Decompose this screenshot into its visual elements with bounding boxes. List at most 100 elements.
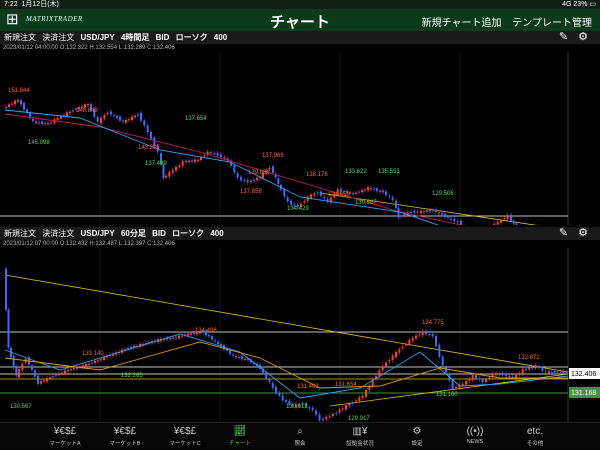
- candle: [351, 402, 354, 404]
- candle: [35, 121, 37, 124]
- candle: [541, 366, 544, 371]
- candle: [435, 336, 437, 346]
- candle: [471, 375, 474, 380]
- candle: [316, 192, 319, 194]
- candle: [308, 407, 311, 409]
- gear-icon[interactable]: ⚙: [578, 31, 594, 43]
- candle: [40, 381, 42, 384]
- candle: [8, 104, 10, 107]
- candle: [38, 122, 40, 124]
- price-label: 134.658: [328, 192, 350, 198]
- candle: [87, 104, 89, 106]
- chart-style-select[interactable]: ローソク: [176, 33, 208, 42]
- candle: [5, 268, 7, 310]
- bottom-tab-bar: ¥€$£ マーケットA ¥€$£ マーケットB ¥€$£ マーケットC 📈︎ チャート …: [0, 422, 600, 450]
- candle: [320, 191, 322, 196]
- candle: [197, 160, 199, 161]
- candle: [332, 414, 334, 416]
- candle: [310, 194, 312, 199]
- candle: [187, 333, 189, 336]
- candle: [348, 404, 351, 406]
- price-label: 130.613: [286, 404, 308, 410]
- candle: [447, 217, 449, 218]
- count-select[interactable]: 400: [214, 33, 227, 42]
- candle: [391, 355, 394, 360]
- candle: [21, 364, 24, 370]
- tab-news[interactable]: ((•)) NEWS: [445, 425, 505, 445]
- pencil-icon[interactable]: ✎: [559, 227, 574, 239]
- candle: [444, 213, 446, 218]
- candle: [23, 103, 25, 110]
- add-chart-button[interactable]: 新規チャート追加: [422, 18, 502, 29]
- candle: [5, 106, 7, 108]
- new-order-button[interactable]: 新規注文: [4, 33, 36, 42]
- pair-select[interactable]: USD/JPY: [80, 229, 114, 238]
- gear-icon[interactable]: ⚙: [578, 227, 594, 239]
- candle: [272, 166, 274, 174]
- price-label: 145.098: [28, 140, 50, 146]
- candle: [66, 112, 68, 116]
- chart-style-select[interactable]: ローソク: [172, 229, 204, 238]
- candle: [200, 157, 202, 160]
- candle: [253, 179, 255, 181]
- timeframe-select[interactable]: 60分足: [121, 229, 146, 238]
- template-manage-button[interactable]: テンプレート管理: [512, 18, 592, 29]
- tab-label: マーケットA: [49, 441, 81, 447]
- candle: [460, 220, 462, 225]
- chart-panel-4h: 新規注文 決済注文 USD/JPY 4時間足 BID ローソク 400 ✎ ⚙ 2…: [0, 31, 600, 225]
- price-label: 134.429: [287, 206, 309, 212]
- plot-background: [0, 248, 600, 422]
- tab-market-b[interactable]: ¥€$£ マーケットB: [95, 425, 155, 447]
- candle: [240, 176, 242, 181]
- ohlc-info: 2023/01/12 04:00:00 O:132.322 H:132.554 …: [3, 45, 175, 51]
- pair-select[interactable]: USD/JPY: [80, 33, 114, 42]
- candle: [185, 160, 187, 163]
- tab-chart[interactable]: 📈︎ チャート: [210, 425, 270, 447]
- settle-order-button[interactable]: 決済注文: [42, 33, 74, 42]
- candle: [220, 154, 222, 158]
- timeframe-select[interactable]: 4時間足: [121, 33, 149, 42]
- candle: [382, 190, 384, 193]
- candle: [131, 116, 133, 120]
- candle: [97, 360, 99, 362]
- candle: [465, 380, 467, 385]
- tab-inquiry[interactable]: ⌕ 照会: [270, 425, 330, 447]
- price-label: 132.265: [121, 373, 143, 379]
- new-order-button[interactable]: 新規注文: [4, 229, 36, 238]
- candle: [420, 210, 422, 214]
- candle: [496, 222, 499, 225]
- chart-plot[interactable]: 134.498 133.140 132.265 130.567 134.775 131.4…: [0, 248, 600, 422]
- tab-margin[interactable]: ▥¥ 証拠金状況: [330, 425, 390, 447]
- candle: [14, 100, 16, 105]
- tab-market-a[interactable]: ¥€$£ マーケットA: [35, 425, 95, 447]
- candle: [235, 356, 237, 358]
- tab-market-c[interactable]: ¥€$£ マーケットC: [155, 425, 215, 447]
- search-icon: ⌕: [297, 426, 303, 437]
- candle: [190, 333, 192, 335]
- candle: [243, 179, 246, 181]
- price-label: 148.849: [76, 108, 98, 114]
- price-type-select[interactable]: BID: [156, 33, 170, 42]
- price-label: 151.944: [8, 88, 30, 94]
- candle: [134, 115, 136, 118]
- candle: [213, 153, 216, 154]
- tab-settings[interactable]: ⚙ 設定: [387, 425, 447, 447]
- candle: [364, 189, 366, 191]
- price-label: 132.872: [518, 355, 540, 361]
- tab-label: 証拠金状況: [346, 441, 374, 447]
- candle: [515, 223, 518, 225]
- candle: [408, 339, 411, 345]
- price-type-select[interactable]: BID: [152, 229, 166, 238]
- count-select[interactable]: 400: [210, 229, 223, 238]
- chart-toolbar: 新規注文 決済注文 USD/JPY 4時間足 BID ローソク 400 ✎ ⚙: [0, 31, 600, 44]
- pencil-icon[interactable]: ✎: [559, 31, 574, 43]
- tab-other[interactable]: etc. その他: [505, 425, 565, 447]
- chart-plot[interactable]: 151.944 145.098 148.849 143.203 137.654 137.4…: [0, 52, 600, 225]
- candle: [429, 210, 431, 212]
- candle: [428, 333, 431, 335]
- status-time: 7:22: [4, 1, 18, 8]
- candle: [461, 384, 464, 386]
- settle-order-button[interactable]: 決済注文: [42, 229, 74, 238]
- candle: [361, 396, 364, 398]
- candle: [391, 197, 394, 200]
